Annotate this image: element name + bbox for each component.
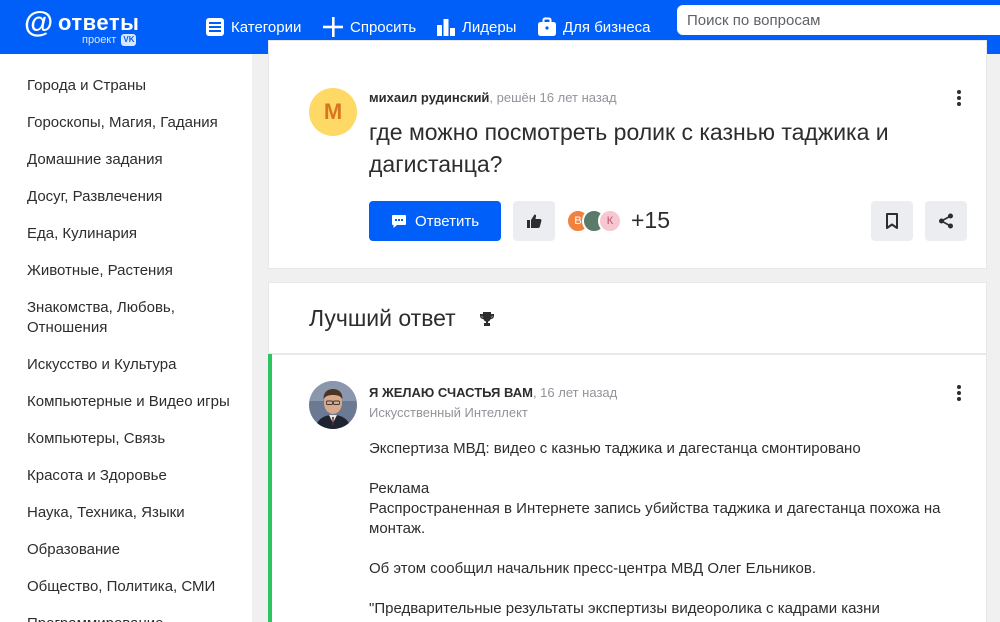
answer-more-menu-icon[interactable] (949, 383, 969, 403)
sidebar-item-homework[interactable]: Домашние задания (27, 150, 247, 170)
sidebar-item-games[interactable]: Компьютерные и Видео игры (27, 392, 247, 412)
menu-list-icon (206, 18, 224, 36)
best-answer-accent-bar (268, 354, 272, 622)
sidebar-item-science[interactable]: Наука, Техника, Языки (27, 503, 247, 523)
question-title: где можно посмотреть ролик с казнью тадж… (369, 119, 889, 177)
answer-meta: Я ЖЕЛАЮ СЧАСТЬЯ ВАМ, 16 лет назад (369, 385, 617, 400)
sidebar-item-computers[interactable]: Компьютеры, Связь (27, 429, 247, 449)
answer-paragraph: "Предварительные результаты экспертизы в… (369, 600, 880, 617)
logo-sub-text: проект (82, 34, 117, 46)
answer-paragraph: Распространенная в Интернете запись убий… (369, 500, 941, 537)
nav-ask-label: Спросить (350, 18, 417, 36)
vk-badge: VK (121, 34, 137, 46)
logo-subtitle: проект VK (82, 34, 137, 46)
briefcase-icon (538, 17, 556, 36)
chat-bubble-icon (391, 215, 406, 228)
sidebar-item-leisure[interactable]: Досуг, Развлечения (27, 187, 247, 207)
at-sign-icon: @ (24, 6, 54, 39)
answer-author-avatar[interactable] (309, 381, 357, 429)
answer-button-label: Ответить (414, 212, 480, 230)
trophy-icon (480, 312, 494, 326)
nav-ask[interactable]: Спросить (322, 15, 416, 39)
nav-business[interactable]: Для бизнеса (537, 15, 651, 39)
sidebar-item-society[interactable]: Общество, Политика, СМИ (27, 577, 247, 597)
sidebar-item-dating[interactable]: Знакомства, Любовь, Отношения (27, 298, 217, 338)
sidebar-item-cities[interactable]: Города и Страны (27, 76, 247, 96)
avatar-portrait-image (309, 381, 357, 429)
bar-chart-icon (437, 19, 455, 36)
answer-time: , 16 лет назад (532, 385, 618, 400)
nav-leaders-label: Лидеры (462, 18, 517, 36)
nav-leaders[interactable]: Лидеры (436, 15, 516, 39)
like-button[interactable] (513, 201, 555, 241)
answer-paragraph: Реклама (369, 480, 430, 497)
question-author-name[interactable]: михаил рудинский (369, 90, 489, 105)
thumbs-up-icon (527, 214, 542, 229)
best-answer-heading: Лучший ответ (309, 305, 456, 331)
answer-author-rank: Искусственный Интеллект (369, 405, 528, 420)
sidebar-item-food[interactable]: Еда, Кулинария (27, 224, 247, 244)
share-button[interactable] (925, 201, 967, 241)
bookmark-icon (886, 213, 898, 229)
participants-more-count[interactable]: +15 (631, 207, 670, 234)
plus-icon (323, 17, 343, 37)
sidebar-item-education[interactable]: Образование (27, 540, 247, 560)
nav-business-label: Для бизнеса (563, 18, 651, 36)
bookmark-button[interactable] (871, 201, 913, 241)
question-time: , решён 16 лет назад (489, 90, 617, 105)
answer-paragraph: Об этом сообщил начальник пресс-центра М… (369, 560, 817, 577)
question-meta: михаил рудинский, решён 16 лет назад (369, 90, 617, 105)
logo-text: ответы (58, 10, 140, 35)
question-author-avatar[interactable]: М (309, 88, 357, 136)
answer-paragraph: Экспертиза МВД: видео с казнью таджика и… (369, 440, 861, 457)
nav-categories[interactable]: Категории (205, 15, 301, 39)
sidebar-item-beauty[interactable]: Красота и Здоровье (27, 466, 247, 486)
share-icon (939, 213, 953, 229)
answer-button[interactable]: Ответить (369, 201, 501, 241)
nav-categories-label: Категории (231, 18, 302, 36)
sidebar-item-programming[interactable]: Программирование (27, 614, 247, 622)
search-input[interactable] (677, 5, 1000, 35)
sidebar-item-animals[interactable]: Животные, Растения (27, 261, 247, 281)
sidebar-item-art[interactable]: Искусство и Культура (27, 355, 247, 375)
category-sidebar: Города и Страны Гороскопы, Магия, Гадани… (0, 54, 252, 622)
participant-avatar-3[interactable]: К (598, 209, 622, 233)
answer-author-name[interactable]: Я ЖЕЛАЮ СЧАСТЬЯ ВАМ (369, 385, 533, 400)
question-more-menu-icon[interactable] (949, 88, 969, 108)
sidebar-item-horoscopes[interactable]: Гороскопы, Магия, Гадания (27, 113, 247, 133)
